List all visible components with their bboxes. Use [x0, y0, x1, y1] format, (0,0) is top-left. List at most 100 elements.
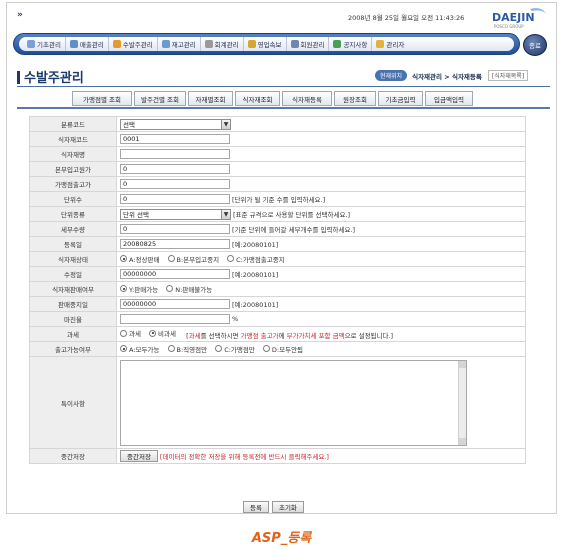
head-price-label: 본부입고원가	[29, 161, 117, 177]
radio-checked-icon	[120, 255, 127, 263]
category-label: 분류코드	[29, 116, 117, 132]
form-row-reg-date: 등록일 20080825 [예:20080101]	[29, 236, 526, 252]
store-price-input[interactable]: 0	[120, 179, 230, 189]
unit-type-select-value: 단위 선택	[123, 211, 149, 219]
ship-label: 출고가능여부	[29, 341, 117, 357]
top-bar: » 2008년 8월 25일 월요일 오전 11:43:26 DAEJIN PO…	[7, 3, 556, 31]
page-title: 수발주관리	[17, 67, 84, 86]
form-row-sale: 식자재판매여부 Y:판매가능 N:판매불가능	[29, 281, 526, 297]
ship-radio-d[interactable]: D:모두안됨	[262, 344, 304, 354]
form-row-temp: 중간저장 중간저장 [데이터의 정확한 저장을 위해 등록전에 반드시 클릭해주세…	[29, 448, 526, 464]
register-button[interactable]: 등록	[243, 501, 269, 513]
menu-item[interactable]: 매출관리	[66, 37, 109, 51]
sub-tabs: 가맹점별 조회 발주건별 조회 자재별조회 식자재조회 식자재등록 원장조회 기초금입력 입금…	[72, 91, 475, 106]
category-select[interactable]: 선택 ▼	[120, 118, 231, 130]
sub-tab[interactable]: 가맹점별 조회	[72, 91, 132, 106]
sub-tab[interactable]: 식자재등록	[282, 91, 332, 106]
code-input[interactable]: 0001	[120, 134, 230, 144]
status-radio-c[interactable]: C:가맹점출고중지	[227, 254, 285, 264]
item-list-link[interactable]: [식자재목록]	[487, 70, 529, 81]
menu-item-label: 수발주관리	[122, 41, 153, 49]
sale-radio-y[interactable]: Y:판매가능	[120, 284, 158, 294]
menu-icon	[69, 40, 78, 48]
reg-date-input[interactable]: 20080825	[120, 239, 230, 249]
logout-button[interactable]: 종료	[523, 34, 547, 56]
radio-icon	[167, 345, 175, 353]
page-title-text: 수발주관리	[24, 71, 84, 86]
chevron-down-icon: ▼	[221, 119, 230, 129]
expand-arrows-icon[interactable]: »	[17, 10, 23, 20]
main-menu: 기초관리 매출관리 수발주관리 재고관리 회계관리 영업속보 회원관리 공지사항 관리자	[13, 33, 520, 55]
tabs-divider	[17, 107, 550, 109]
form-row-stop-date: 판매중지일 00000000 [예:20080101]	[29, 296, 526, 312]
name-label: 식자재명	[29, 146, 117, 162]
reg-date-label: 등록일	[29, 236, 117, 252]
status-radio-b[interactable]: B:본부입고중지	[167, 254, 219, 264]
menu-item[interactable]: 회원관리	[287, 37, 330, 51]
detail-qty-label: 세부수량	[29, 221, 117, 237]
mod-date-input[interactable]: 00000000	[120, 269, 230, 279]
status-radio-a[interactable]: A:정상판매	[120, 254, 159, 264]
margin-input[interactable]	[120, 314, 230, 324]
menu-item[interactable]: 관리자	[372, 37, 408, 51]
name-input[interactable]	[120, 149, 230, 159]
item-registration-form: 분류코드 선택 ▼ 식자재코드 0001 식자재명 본부입고원가 0 가맹점출고가…	[29, 116, 526, 464]
unit-type-select[interactable]: 단위 선택 ▼	[120, 208, 231, 220]
menu-item[interactable]: 재고관리	[158, 37, 201, 51]
breadcrumb-path: 식자재관리 > 식자재등록	[412, 72, 482, 81]
menu-item[interactable]: 회계관리	[201, 37, 244, 51]
temp-hint: [데이터의 정확한 저장을 위해 등록전에 반드시 클릭해주세요.]	[159, 453, 329, 461]
sub-tab[interactable]: 입금액입력	[425, 91, 473, 106]
ship-option-label: D:모두안됨	[271, 345, 304, 354]
sale-label: 식자재판매여부	[29, 281, 117, 297]
menu-item[interactable]: 공지사항	[329, 37, 373, 51]
menu-icon	[161, 40, 170, 48]
sale-option-label: N:판매불가능	[175, 285, 213, 294]
menu-item[interactable]: 영업속보	[244, 37, 287, 51]
tax-hint-part: 부가가치세 포함 금액	[286, 331, 345, 340]
svg-text:DAEJIN: DAEJIN	[492, 11, 535, 24]
sub-tab[interactable]: 발주건별 조회	[134, 91, 186, 106]
menu-item[interactable]: 수발주관리	[109, 37, 158, 51]
tax-hint-part: 에	[278, 331, 287, 340]
menu-icon	[333, 40, 342, 48]
form-row-mod-date: 수정일 00000000 [예:20080101]	[29, 266, 526, 282]
menu-item[interactable]: 기초관리	[23, 37, 66, 51]
detail-qty-input[interactable]: 0	[120, 224, 230, 234]
tax-hint-part: 으로 설정됩니다.]	[344, 331, 394, 340]
ship-radio-c[interactable]: C:가맹점만	[215, 344, 255, 354]
code-label: 식자재코드	[29, 131, 117, 147]
menu-item-label: 기초관리	[37, 41, 61, 49]
sub-tab[interactable]: 원장조회	[334, 91, 376, 106]
form-row-margin: 마진율 %	[29, 311, 526, 327]
temp-save-button[interactable]: 중간저장	[120, 450, 158, 462]
tax-radio-taxable[interactable]: 과세	[120, 328, 141, 338]
ship-option-label: A:모두가능	[129, 345, 160, 354]
figure-caption: ASP_등록	[251, 531, 312, 546]
menu-icon	[376, 40, 385, 48]
sale-option-label: Y:판매가능	[129, 285, 159, 294]
sub-tab[interactable]: 자재별조회	[188, 91, 233, 106]
ship-radio-b[interactable]: B:직영점만	[167, 344, 208, 354]
unit-qty-input[interactable]: 0	[120, 194, 230, 204]
scroll-down-icon[interactable]	[459, 437, 466, 445]
ship-radio-a[interactable]: A:모두가능	[120, 344, 159, 354]
sub-tab[interactable]: 식자재조회	[235, 91, 280, 106]
stop-date-input[interactable]: 00000000	[120, 299, 230, 309]
form-row-detail-qty: 세부수량 0 [기준 단위에 들어갈 세부개수를 입력하세요.]	[29, 221, 526, 237]
ship-option-label: B:직영점만	[176, 345, 208, 354]
sale-radio-n[interactable]: N:판매불가능	[166, 284, 212, 294]
tax-option-label: 과세	[129, 330, 141, 339]
scroll-up-icon[interactable]	[459, 360, 466, 368]
note-textarea[interactable]	[120, 359, 467, 446]
stop-date-hint: [예:20080101]	[232, 301, 279, 309]
sub-tab[interactable]: 기초금입력	[378, 91, 423, 106]
menu-icon	[112, 40, 121, 48]
tax-radio-exempt[interactable]: 비과세	[149, 328, 176, 338]
form-row-head-price: 본부입고원가 0	[29, 161, 526, 177]
head-price-input[interactable]: 0	[120, 164, 230, 174]
form-row-code: 식자재코드 0001	[29, 131, 526, 147]
reset-button[interactable]: 초기화	[271, 501, 304, 513]
note-scrollbar[interactable]	[458, 360, 466, 445]
menu-icon	[27, 40, 35, 48]
